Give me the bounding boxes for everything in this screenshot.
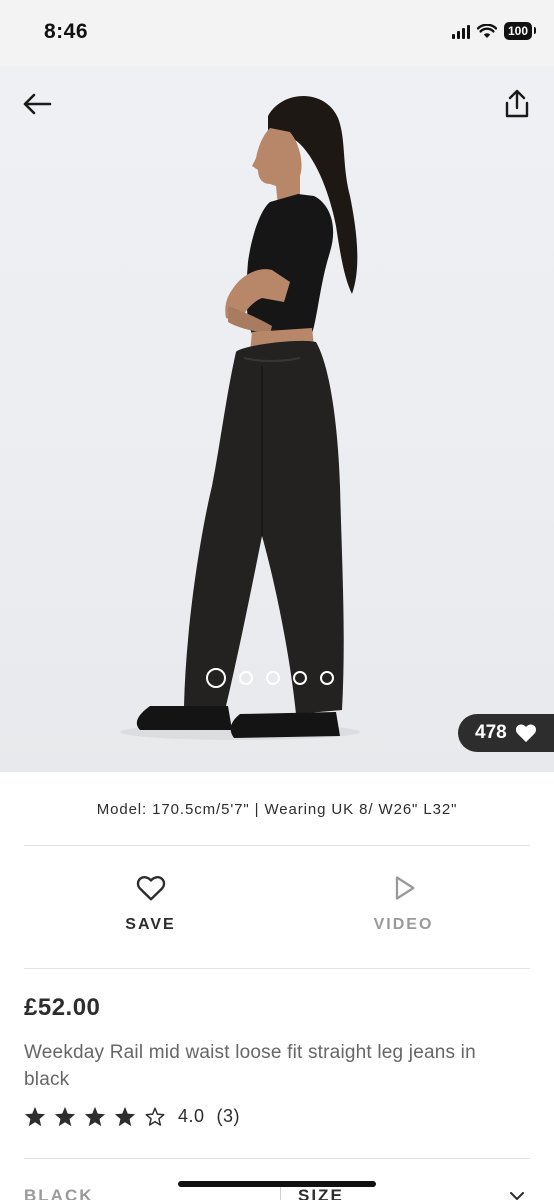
- star-filled-icon: [114, 1106, 136, 1127]
- rating-stars: [24, 1106, 166, 1127]
- save-button[interactable]: SAVE: [24, 846, 277, 968]
- status-time: 8:46: [44, 20, 89, 43]
- status-bar: 8:46 100: [0, 0, 554, 66]
- product-image-gallery[interactable]: 478: [0, 66, 554, 772]
- status-icons: 100: [451, 22, 537, 40]
- action-row: SAVE VIDEO: [24, 846, 530, 968]
- product-image: [120, 96, 360, 740]
- product-price: £52.00: [24, 994, 101, 1021]
- carousel-dots: [206, 668, 334, 688]
- play-icon: [395, 876, 415, 900]
- model-size-info: Model: 170.5cm/5'7" | Wearing UK 8/ W26"…: [96, 800, 458, 818]
- size-selector[interactable]: SIZE: [298, 1186, 344, 1200]
- heart-outline-icon: [136, 876, 165, 901]
- star-filled-icon: [24, 1106, 46, 1127]
- save-label: SAVE: [125, 916, 176, 933]
- star-filled-icon: [84, 1106, 106, 1127]
- signal-icon: [451, 23, 470, 39]
- carousel-dot[interactable]: [293, 671, 307, 685]
- share-icon: [505, 89, 529, 118]
- likes-count: 478: [475, 722, 507, 743]
- video-label: VIDEO: [373, 916, 434, 933]
- back-button[interactable]: [18, 88, 56, 120]
- product-rating[interactable]: 4.0 (3): [24, 1106, 240, 1127]
- carousel-dot[interactable]: [206, 668, 226, 688]
- heart-icon: [515, 724, 536, 743]
- product-title: Weekday Rail mid waist loose fit straigh…: [24, 1042, 476, 1090]
- wifi-icon: [476, 23, 497, 38]
- rating-count: (3): [216, 1106, 241, 1126]
- star-empty-icon: [145, 1107, 165, 1126]
- likes-button[interactable]: 478: [458, 714, 554, 752]
- chevron-down-icon: [510, 1192, 524, 1200]
- carousel-dot[interactable]: [239, 671, 253, 685]
- home-indicator: [178, 1181, 376, 1187]
- variant-selectors: BLACK SIZE: [24, 1158, 530, 1200]
- carousel-dot[interactable]: [266, 671, 280, 685]
- arrow-left-icon: [23, 93, 52, 115]
- battery-icon: 100: [503, 22, 537, 40]
- divider: [24, 968, 530, 969]
- colour-selector[interactable]: BLACK: [24, 1186, 94, 1200]
- share-button[interactable]: [500, 86, 534, 122]
- carousel-dot[interactable]: [320, 671, 334, 685]
- video-button[interactable]: VIDEO: [277, 846, 530, 968]
- star-filled-icon: [54, 1106, 76, 1127]
- rating-value: 4.0: [178, 1106, 205, 1126]
